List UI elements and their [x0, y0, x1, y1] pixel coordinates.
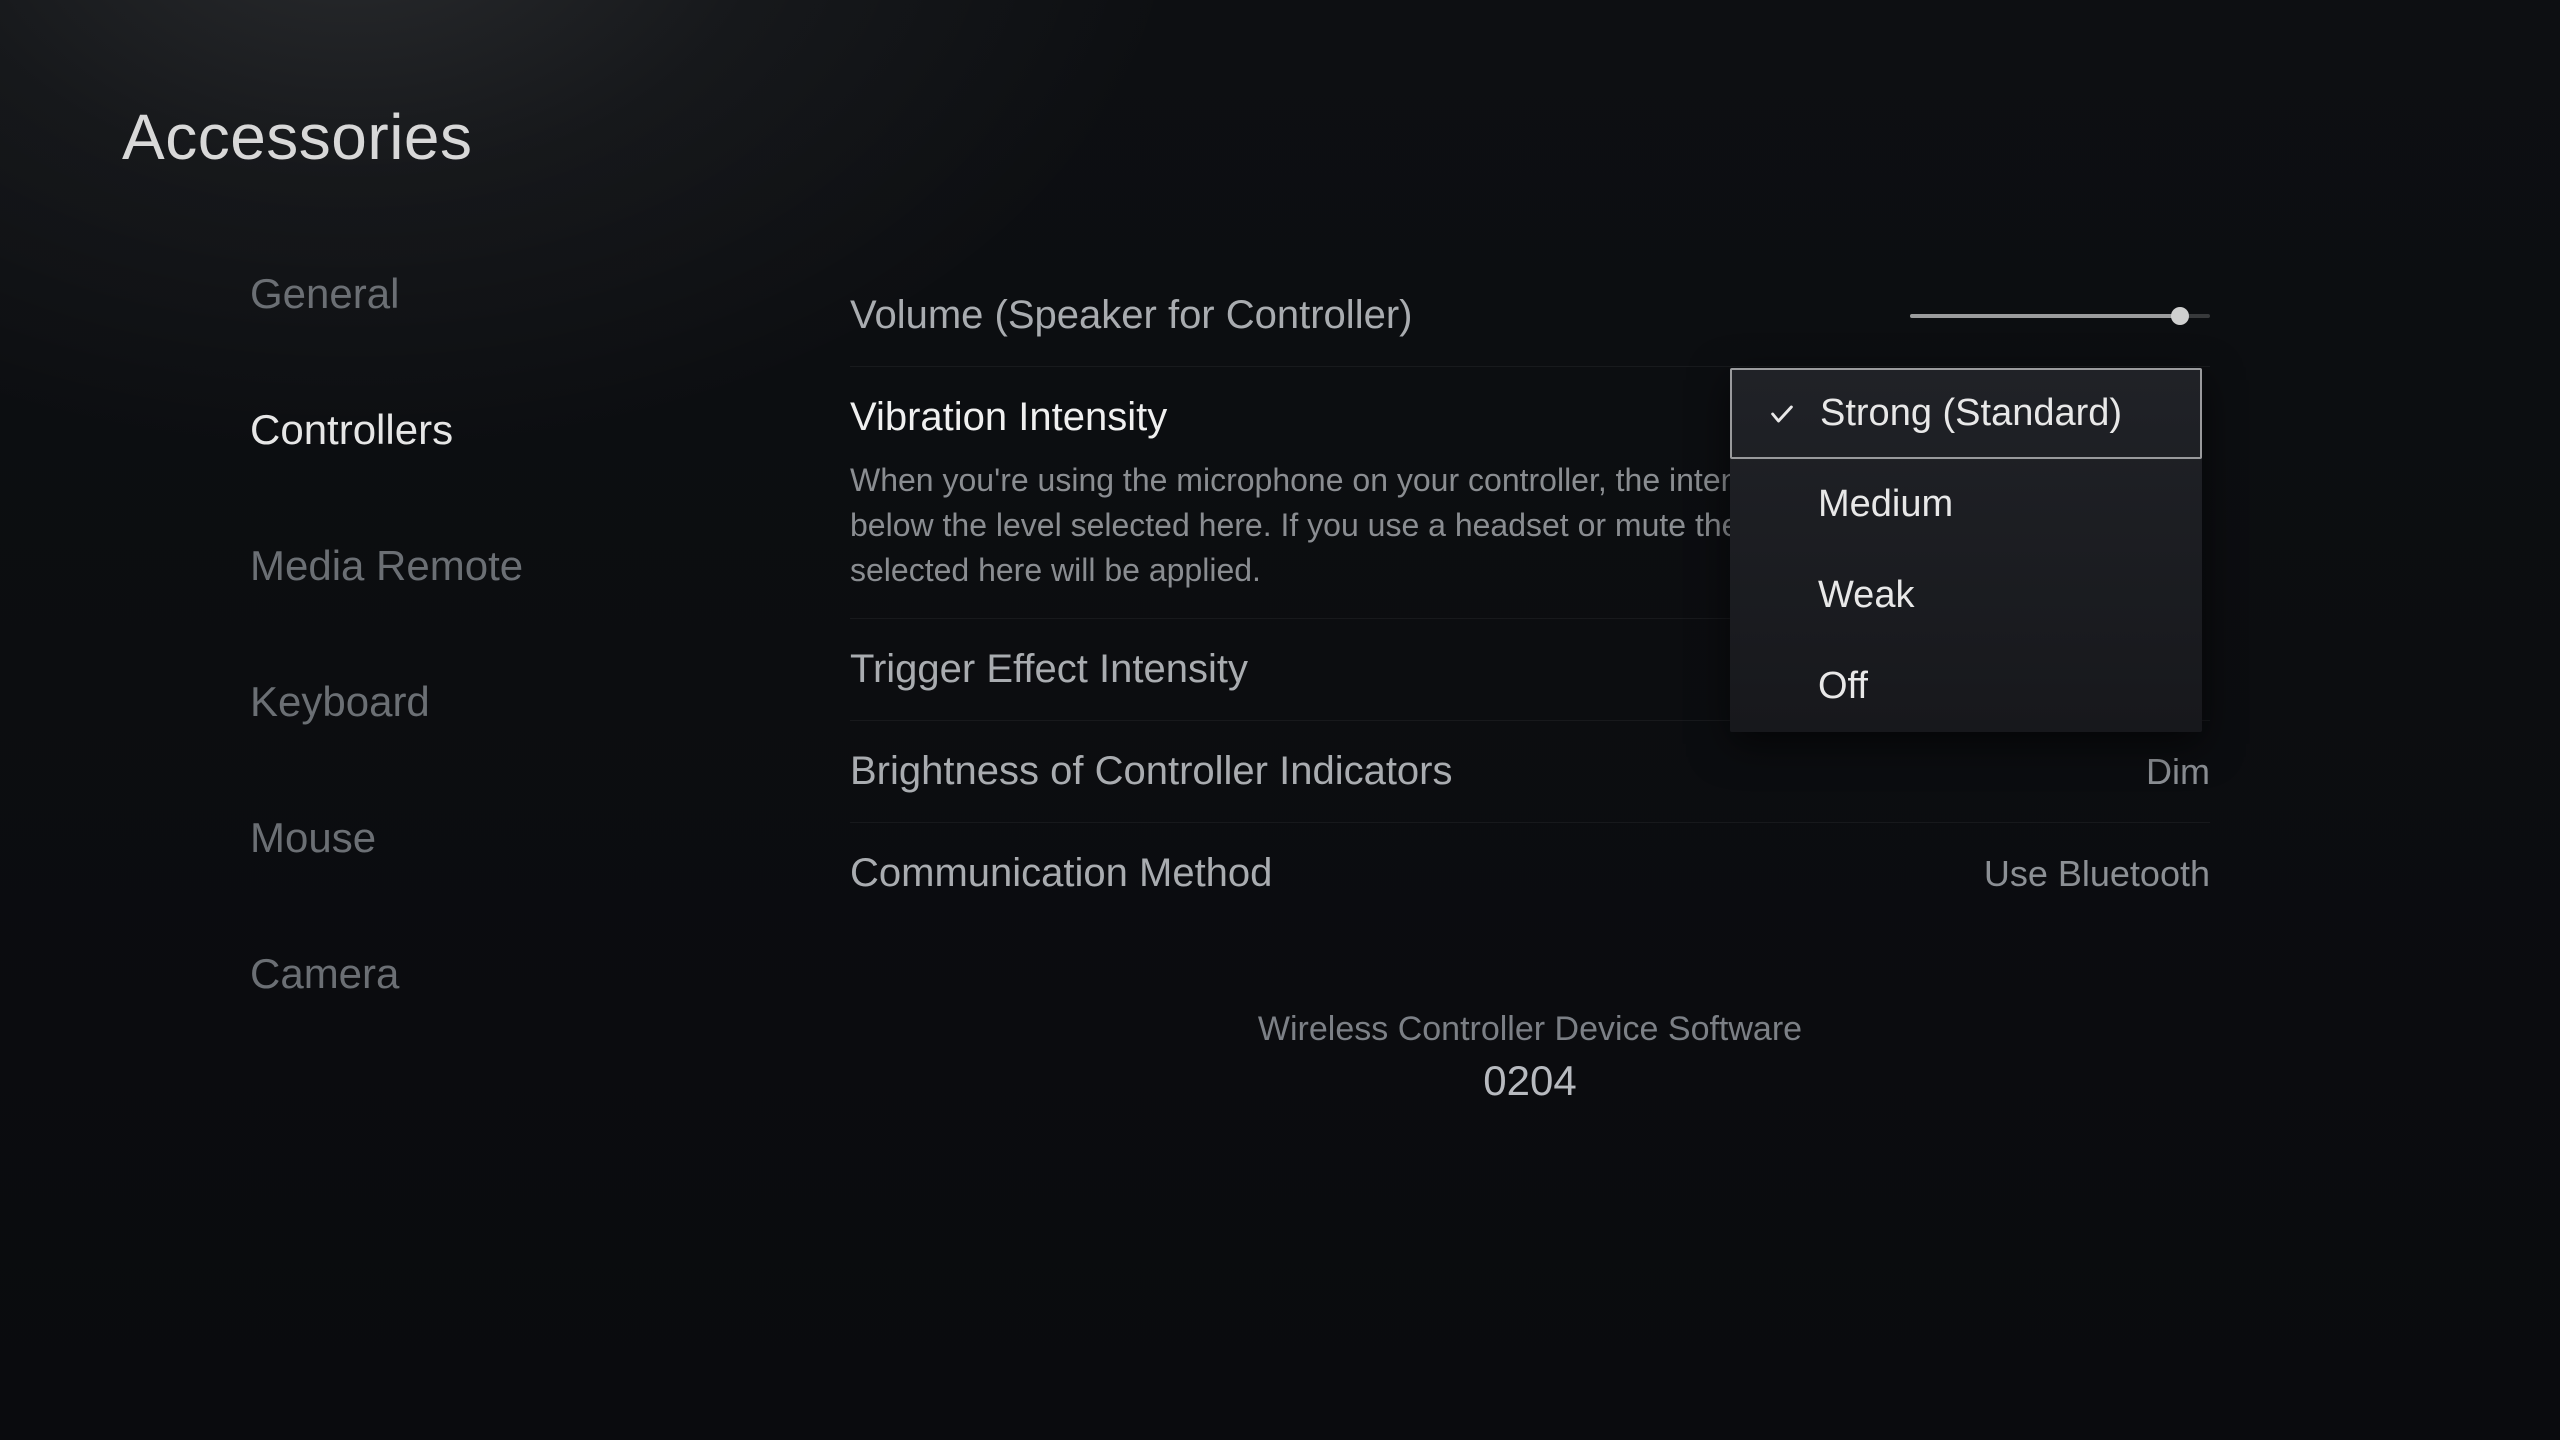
- volume-slider[interactable]: [1910, 314, 2210, 318]
- sidebar-item-media-remote[interactable]: Media Remote: [250, 542, 770, 590]
- device-software-label: Wireless Controller Device Software: [850, 1010, 2210, 1049]
- dropdown-option-label: Medium: [1818, 483, 1953, 526]
- dropdown-option-medium[interactable]: Medium: [1730, 459, 2202, 550]
- sidebar-item-general[interactable]: General: [250, 270, 770, 318]
- device-software-version: 0204: [850, 1057, 2210, 1105]
- dropdown-option-weak[interactable]: Weak: [1730, 550, 2202, 641]
- setting-trigger-label: Trigger Effect Intensity: [850, 647, 1248, 692]
- setting-brightness-label: Brightness of Controller Indicators: [850, 749, 1453, 794]
- setting-brightness[interactable]: Brightness of Controller Indicators Dim: [850, 721, 2210, 823]
- dropdown-option-strong[interactable]: Strong (Standard): [1730, 368, 2202, 459]
- setting-communication-label: Communication Method: [850, 851, 1272, 896]
- sidebar-item-mouse[interactable]: Mouse: [250, 814, 770, 862]
- setting-brightness-value: Dim: [2146, 751, 2210, 793]
- volume-slider-fill: [1910, 314, 2180, 318]
- sidebar-item-camera[interactable]: Camera: [250, 950, 770, 998]
- device-software-info: Wireless Controller Device Software 0204: [850, 1010, 2210, 1105]
- sidebar: General Controllers Media Remote Keyboar…: [250, 270, 770, 998]
- page-title: Accessories: [122, 100, 473, 174]
- setting-volume[interactable]: Volume (Speaker for Controller): [850, 265, 2210, 367]
- dropdown-option-label: Weak: [1818, 574, 1914, 617]
- dropdown-option-label: Strong (Standard): [1820, 392, 2122, 435]
- dropdown-option-label: Off: [1818, 665, 1868, 708]
- setting-communication[interactable]: Communication Method Use Bluetooth: [850, 823, 2210, 924]
- dropdown-option-off[interactable]: Off: [1730, 641, 2202, 732]
- setting-volume-label: Volume (Speaker for Controller): [850, 293, 1412, 338]
- setting-vibration-label: Vibration Intensity: [850, 395, 1167, 440]
- vibration-dropdown: Strong (Standard) Medium Weak Off: [1730, 368, 2202, 732]
- check-icon: [1760, 400, 1804, 428]
- setting-communication-value: Use Bluetooth: [1984, 853, 2210, 895]
- sidebar-item-controllers[interactable]: Controllers: [250, 406, 770, 454]
- sidebar-item-keyboard[interactable]: Keyboard: [250, 678, 770, 726]
- volume-slider-thumb[interactable]: [2171, 307, 2189, 325]
